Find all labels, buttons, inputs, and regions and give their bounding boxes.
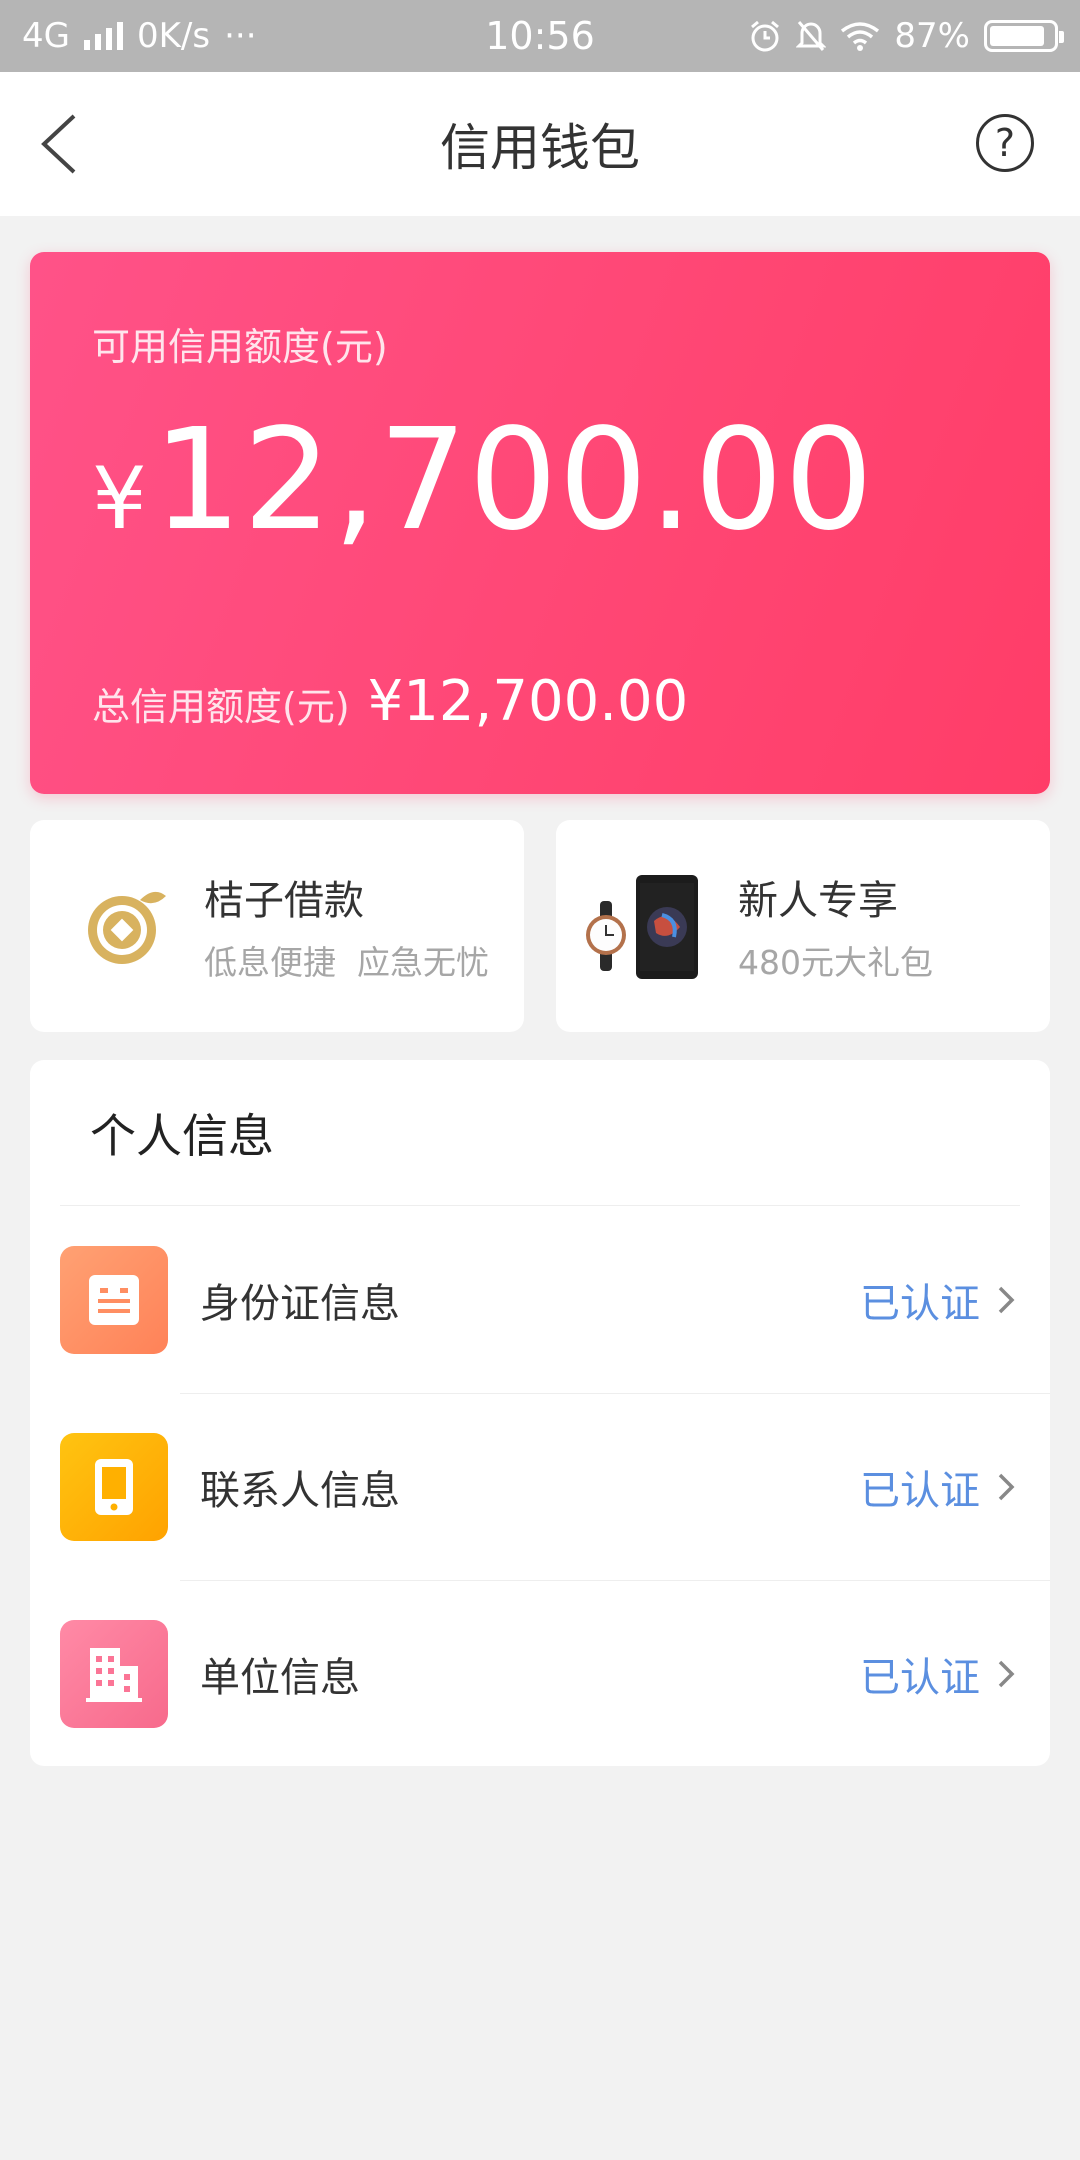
verified-status: 已认证 <box>860 1280 980 1327</box>
nav-bar: 信用钱包 ? <box>0 72 1080 216</box>
credit-card: 可用信用额度(元) ¥ 12,700.00 总信用额度(元) ¥12,700.0… <box>30 252 1050 794</box>
back-arrow-icon[interactable] <box>34 112 94 176</box>
status-right: 87% <box>748 16 1064 56</box>
row-label: 单位信息 <box>200 1654 360 1701</box>
orange-coin-icon <box>66 866 186 986</box>
more-indicator: ··· <box>224 16 257 56</box>
status-left: 4G 0K/s ··· <box>22 16 257 56</box>
battery-icon <box>984 20 1064 52</box>
promo-subtitle: 480元大礼包 <box>738 943 933 982</box>
phone-icon <box>60 1432 168 1541</box>
building-icon <box>60 1619 168 1728</box>
total-credit-label: 总信用额度(元) <box>92 685 350 729</box>
network-speed: 0K/s <box>136 16 211 56</box>
mute-bell-icon <box>796 21 827 51</box>
battery-percent: 87% <box>894 16 970 56</box>
verified-status: 已认证 <box>860 1467 980 1514</box>
available-credit-label: 可用信用额度(元) <box>92 325 388 369</box>
promo-title: 桔子借款 <box>204 878 364 924</box>
available-credit-value: 12,700.00 <box>152 399 875 562</box>
chevron-right-icon <box>998 1473 1015 1500</box>
wifi-icon <box>841 22 880 51</box>
info-row-id-card[interactable]: 身份证信息 已认证 <box>30 1206 1050 1393</box>
promo-title: 新人专享 <box>738 878 898 924</box>
alarm-icon <box>751 20 780 52</box>
currency-symbol: ¥ <box>92 449 147 549</box>
section-title: 个人信息 <box>60 1060 1020 1206</box>
signal-icon <box>83 22 123 50</box>
personal-info-card: 个人信息 身份证信息 已认证 联系人信息 已认证 单位信息 已认证 <box>30 1060 1050 1766</box>
total-credit: 总信用额度(元) ¥12,700.00 <box>92 669 688 734</box>
promo-text: 新人专享 480元大礼包 <box>738 868 933 984</box>
help-icon[interactable]: ? <box>976 114 1034 172</box>
promo-card-loan[interactable]: 桔子借款 低息便捷 应急无忧 <box>30 820 524 1032</box>
promo-subtitle: 低息便捷 应急无忧 <box>204 943 489 982</box>
verified-status: 已认证 <box>860 1654 980 1701</box>
network-type: 4G <box>22 16 70 56</box>
id-card-icon <box>60 1245 168 1354</box>
promo-card-newuser[interactable]: 新人专享 480元大礼包 <box>556 820 1050 1032</box>
chevron-right-icon <box>998 1660 1015 1687</box>
row-label: 身份证信息 <box>200 1280 400 1327</box>
gift-products-icon <box>584 866 704 986</box>
info-row-employer[interactable]: 单位信息 已认证 <box>30 1580 1050 1767</box>
promo-text: 桔子借款 低息便捷 应急无忧 <box>204 868 489 984</box>
row-label: 联系人信息 <box>200 1467 400 1514</box>
info-row-contacts[interactable]: 联系人信息 已认证 <box>30 1393 1050 1580</box>
chevron-right-icon <box>998 1286 1015 1313</box>
total-credit-value: ¥12,700.00 <box>367 669 689 734</box>
available-credit-amount: ¥ 12,700.00 <box>92 399 988 562</box>
page-title: 信用钱包 <box>440 119 640 177</box>
status-bar: 4G 0K/s ··· 10:56 87% <box>0 0 1080 72</box>
